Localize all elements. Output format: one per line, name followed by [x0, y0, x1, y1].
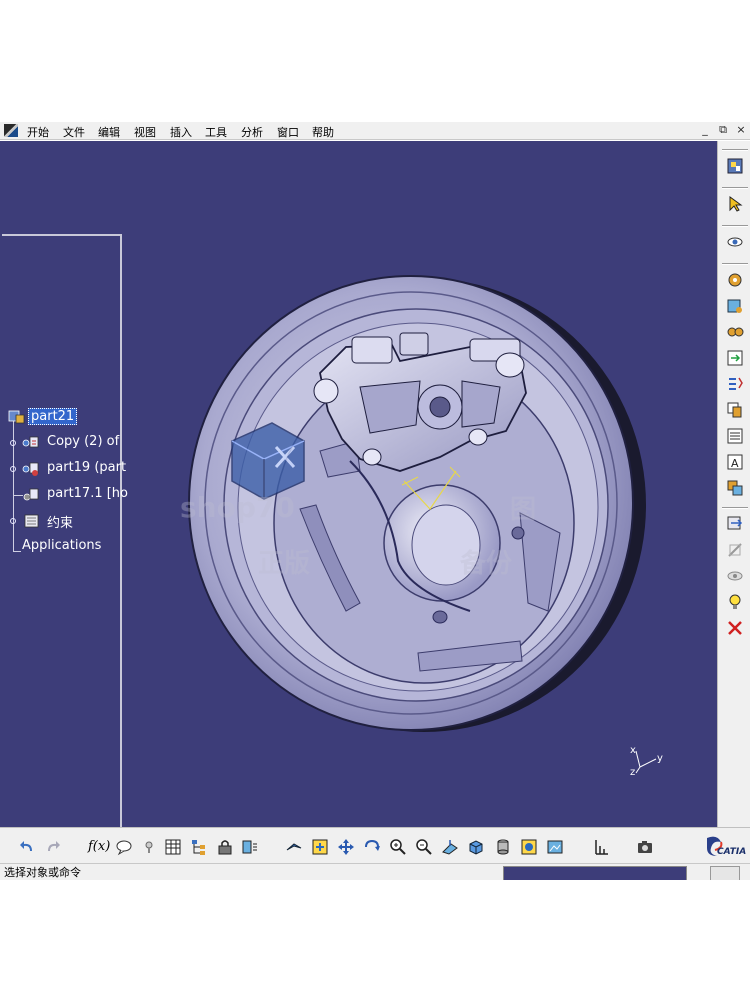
menu-insert[interactable]: 插入 — [170, 124, 192, 140]
delete-icon[interactable] — [726, 619, 744, 637]
menu-edit[interactable]: 编辑 — [98, 124, 120, 140]
catalog-icon[interactable] — [726, 157, 744, 175]
cylinder-icon[interactable] — [494, 838, 512, 856]
gear-assembly-icon[interactable] — [726, 271, 744, 289]
minimize-button[interactable]: _ — [698, 123, 712, 136]
constraints-icon — [24, 514, 39, 528]
shading-icon[interactable] — [520, 838, 538, 856]
axis-compass — [635, 750, 657, 774]
graph-tree-icon[interactable] — [726, 349, 744, 367]
render-icon[interactable] — [546, 838, 564, 856]
tree-icon[interactable] — [190, 838, 208, 856]
numbering-icon[interactable] — [726, 401, 744, 419]
tree-node-label: part19 (part — [47, 460, 127, 475]
replace-component-icon[interactable] — [726, 323, 744, 341]
part-icon — [22, 462, 39, 476]
svg-text:A: A — [731, 457, 739, 470]
restore-button[interactable]: ⧉ — [716, 123, 730, 137]
tree-root-label: part21 — [28, 408, 78, 425]
fly-icon[interactable] — [285, 838, 303, 856]
menu-start[interactable]: 开始 — [27, 124, 49, 140]
sketch-icon[interactable] — [241, 838, 259, 856]
status-button[interactable] — [710, 866, 740, 880]
normal-view-icon[interactable] — [441, 838, 459, 856]
menu-file[interactable]: 文件 — [63, 124, 85, 140]
close-button[interactable]: × — [734, 123, 748, 136]
product-icon — [8, 410, 25, 424]
tree-node-label: part17.1 [ho — [47, 486, 129, 501]
table-icon[interactable] — [164, 838, 182, 856]
menu-help[interactable]: 帮助 — [312, 124, 334, 140]
menu-view[interactable]: 视图 — [134, 124, 156, 140]
tree-node-label: 约束 — [47, 516, 74, 531]
zoom-out-icon[interactable] — [415, 838, 433, 856]
existing-component-icon[interactable] — [726, 297, 744, 315]
fast-multi-instantiation-icon[interactable] — [726, 515, 744, 533]
bill-of-material-icon[interactable] — [726, 427, 744, 445]
reorder-icon[interactable] — [726, 375, 744, 393]
tree-node-label: Copy (2) of — [47, 434, 120, 449]
part-icon — [23, 488, 39, 501]
iso-view-icon[interactable] — [467, 838, 485, 856]
expand-toggle-icon[interactable] — [10, 466, 16, 472]
axis-x-label: x — [630, 745, 636, 756]
catia-brand-name: CATIA — [717, 847, 747, 857]
swap-visible-icon[interactable] — [726, 567, 744, 585]
catia-window: 开始 文件 编辑 视图 插入 工具 分析 窗口 帮助 _ ⧉ × shop70 … — [0, 122, 750, 880]
multi-instantiation-icon[interactable] — [726, 479, 744, 497]
expand-toggle-icon[interactable] — [10, 518, 16, 524]
axis-y-label: y — [657, 753, 663, 764]
catia-logo: CATIA — [703, 832, 747, 862]
select-arrow-icon[interactable] — [726, 195, 744, 213]
measure-icon[interactable] — [592, 838, 610, 856]
tree-node-label: Applications — [22, 538, 102, 553]
rotate-icon[interactable] — [363, 838, 381, 856]
bottom-toolbar: f(x) CATIA — [0, 827, 750, 863]
command-input[interactable] — [503, 866, 687, 880]
watermark-text-2: 图 — [510, 495, 537, 525]
expand-toggle-icon[interactable] — [10, 440, 16, 446]
publication-icon[interactable]: A — [726, 453, 744, 471]
fit-all-icon[interactable] — [311, 838, 329, 856]
status-bar: 选择对象或命令 — [0, 863, 750, 880]
app-logo-icon[interactable] — [4, 124, 18, 137]
right-toolbar: A — [717, 141, 750, 827]
menu-bar: 开始 文件 编辑 视图 插入 工具 分析 窗口 帮助 _ ⧉ × — [0, 122, 750, 140]
watermark-text-4: 备份 — [460, 549, 513, 579]
3d-viewport[interactable]: shop70 图 正版 备份 x y z part21 Copy (2) of … — [0, 141, 717, 827]
formula-icon[interactable]: f(x) — [88, 839, 110, 854]
menu-window[interactable]: 窗口 — [277, 124, 299, 140]
specification-tree[interactable]: part21 Copy (2) of part19 (part part17.1… — [2, 234, 128, 827]
camera-icon[interactable] — [636, 838, 654, 856]
lock-icon[interactable] — [216, 838, 234, 856]
zoom-in-icon[interactable] — [389, 838, 407, 856]
comment-icon[interactable] — [115, 838, 133, 856]
axis-z-label: z — [630, 767, 636, 778]
hint-icon[interactable] — [140, 838, 158, 856]
watermark-text-3: 正版 — [258, 549, 311, 579]
pan-icon[interactable] — [337, 838, 355, 856]
redo-icon[interactable] — [44, 838, 62, 856]
light-bulb-icon[interactable] — [726, 593, 744, 611]
undo-icon[interactable] — [18, 838, 36, 856]
part-icon — [22, 436, 39, 448]
menu-analysis[interactable]: 分析 — [241, 124, 263, 140]
watermark-text-1: shop70 — [180, 491, 295, 524]
status-text: 选择对象或命令 — [4, 866, 81, 879]
hide-show-icon[interactable] — [726, 541, 744, 559]
eye-snap-icon[interactable] — [726, 233, 744, 251]
menu-tools[interactable]: 工具 — [205, 124, 227, 140]
